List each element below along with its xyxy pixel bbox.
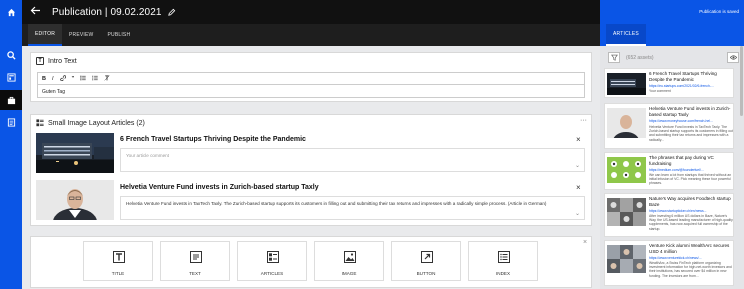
- text-icon: [190, 251, 202, 264]
- article-title[interactable]: 6 French Travel Startups Thriving Despit…: [120, 136, 306, 143]
- edit-pencil-icon[interactable]: [167, 8, 176, 17]
- intro-header: T Intro Text: [36, 57, 77, 65]
- italic-button[interactable]: I: [52, 76, 54, 82]
- view-toggle-button[interactable]: [727, 52, 739, 63]
- asset-description: After investing 6 million US dollars in …: [649, 214, 733, 231]
- app-sidebar: [0, 0, 22, 289]
- filter-icon: [610, 54, 618, 61]
- button-icon: [421, 251, 433, 264]
- asset-card[interactable]: Nature's Way acquires Foodtech startup B…: [604, 193, 734, 237]
- asset-title: The phrases that pay during VC fundraisi…: [649, 155, 714, 166]
- add-text-block-button[interactable]: TEXT: [160, 241, 230, 281]
- asset-thumbnail: [607, 157, 646, 183]
- asset-url[interactable]: https://www.moneyhouse.com/french-hel...: [649, 119, 733, 123]
- asset-url[interactable]: https://eu.startups.com/2021/02/6-french…: [649, 84, 733, 88]
- articles-block-header: Small Image Layout Articles (2): [36, 119, 145, 127]
- link-icon[interactable]: [59, 74, 66, 83]
- asset-description: We can learn a lot from startups that th…: [649, 173, 732, 186]
- briefcase-icon[interactable]: [0, 90, 22, 110]
- asset-thumbnail: [607, 108, 646, 138]
- bold-button[interactable]: B: [42, 76, 46, 82]
- assets-scrollbar[interactable]: [740, 46, 743, 116]
- asset-thumbnail: [607, 73, 646, 95]
- articles-layout-icon: [36, 119, 44, 127]
- asset-title: Venture Kick alumni WealthArc secures US…: [649, 243, 730, 254]
- asset-description: Helvetia Venture Fund invests in TaxTech…: [649, 125, 733, 142]
- articles-icon: [267, 251, 279, 264]
- block-label: INDEX: [495, 271, 511, 276]
- remove-article-button[interactable]: ×: [576, 136, 581, 144]
- asset-url[interactable]: https://www.startupticker.ch/en/news...: [649, 209, 733, 213]
- text-block-icon: T: [36, 57, 44, 65]
- article-image-portrait: [36, 180, 114, 220]
- asset-title: Helvetia Venture Fund invests in Zurich-…: [649, 106, 731, 117]
- asset-description: Your comment: [649, 89, 671, 93]
- block-label: TEXT: [189, 271, 201, 276]
- quote-icon[interactable]: ”: [72, 76, 75, 82]
- block-label: TITLE: [111, 271, 125, 276]
- status-bar: Publication is saved: [600, 0, 744, 24]
- home-icon[interactable]: [0, 2, 22, 22]
- layout-icon[interactable]: [0, 67, 22, 87]
- intro-text-editor[interactable]: Guten Tag: [37, 84, 585, 98]
- asset-card[interactable]: Venture Kick alumni WealthArc secures US…: [604, 240, 734, 286]
- article-comment-field[interactable]: Helvetia Venture Fund invests in TaxTech…: [120, 196, 585, 220]
- add-button-block-button[interactable]: BUTTON: [391, 241, 461, 281]
- intro-heading: Intro Text: [48, 57, 77, 65]
- add-articles-block-button[interactable]: ARTICLES: [237, 241, 307, 281]
- add-index-block-button[interactable]: INDEX: [468, 241, 538, 281]
- bullet-list-icon[interactable]: [80, 75, 86, 83]
- tab-publish[interactable]: PUBLISH: [100, 24, 137, 46]
- article-title[interactable]: Helvetia Venture Fund invests in Zurich-…: [120, 184, 319, 191]
- asset-card[interactable]: 6 French Travel Startups Thriving Despit…: [604, 68, 734, 98]
- asset-card[interactable]: The phrases that pay during VC fundraisi…: [604, 152, 734, 190]
- right-panel-tabs: ARTICLES: [600, 24, 744, 46]
- image-icon: [344, 251, 356, 264]
- add-image-block-button[interactable]: IMAGE: [314, 241, 384, 281]
- asset-title: Nature's Way acquires Foodtech startup B…: [649, 196, 731, 207]
- chevron-down-icon[interactable]: ⌄: [575, 210, 580, 217]
- add-title-block-button[interactable]: TITLE: [83, 241, 153, 281]
- block-label: ARTICLES: [260, 271, 284, 276]
- top-bar: Publication | 09.02.2021: [22, 0, 600, 24]
- close-block-chooser-button[interactable]: ×: [583, 239, 587, 246]
- tab-editor[interactable]: EDITOR: [28, 24, 62, 46]
- asset-title: 6 French Travel Startups Thriving Despit…: [649, 71, 717, 82]
- save-status: Publication is saved: [699, 9, 739, 14]
- tab-preview[interactable]: PREVIEW: [62, 24, 100, 46]
- asset-thumbnail: [607, 245, 646, 273]
- chevron-down-icon[interactable]: ⌄: [575, 162, 580, 169]
- page-title: Publication | 09.02.2021: [52, 6, 162, 18]
- index-icon: [498, 251, 510, 264]
- asset-thumbnail: [607, 198, 646, 226]
- filter-button[interactable]: [608, 52, 620, 63]
- more-options-icon[interactable]: ···: [580, 117, 587, 124]
- asset-count: (652 assets): [626, 55, 654, 61]
- article-image-night-building: [36, 133, 114, 173]
- eye-icon: [729, 55, 737, 60]
- title-icon: [113, 251, 125, 264]
- numbered-list-icon[interactable]: [92, 75, 98, 83]
- back-arrow-icon[interactable]: [30, 6, 42, 18]
- block-label: BUTTON: [416, 271, 436, 276]
- rich-text-toolbar: B I ”: [37, 72, 585, 84]
- asset-url[interactable]: https://www.venturekick.ch/news/...: [649, 256, 733, 260]
- search-icon[interactable]: [0, 45, 22, 65]
- tab-articles[interactable]: ARTICLES: [606, 24, 646, 46]
- block-label: IMAGE: [341, 271, 357, 276]
- clear-format-icon[interactable]: [104, 74, 110, 83]
- article-comment-field[interactable]: Your article comment: [120, 148, 585, 172]
- asset-card[interactable]: Helvetia Venture Fund invests in Zurich-…: [604, 103, 734, 149]
- asset-description: WealthArc, a Swiss FinTech platform orga…: [649, 261, 732, 278]
- asset-url[interactable]: https://medium.com/@founderfuel/...: [649, 168, 733, 172]
- editor-tabs: EDITOR PREVIEW PUBLISH: [22, 24, 600, 46]
- document-icon[interactable]: [0, 112, 22, 132]
- articles-block-heading: Small Image Layout Articles (2): [48, 119, 145, 127]
- remove-article-button[interactable]: ×: [576, 184, 581, 192]
